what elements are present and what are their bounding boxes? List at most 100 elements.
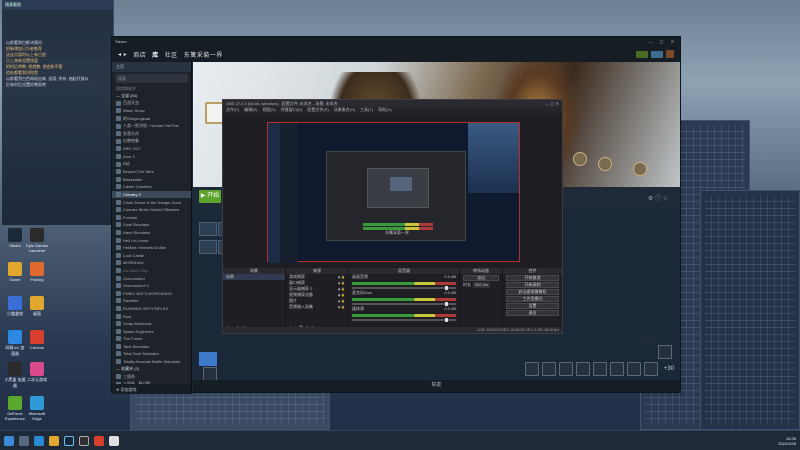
nav-community[interactable]: 社区 — [165, 50, 178, 59]
library-game-item[interactable]: Rust — [112, 312, 191, 320]
control-button[interactable]: 开始录制 — [506, 282, 559, 288]
control-button[interactable]: 设置 — [506, 303, 559, 309]
activity-card[interactable] — [199, 240, 217, 254]
xhh-desktop-icon[interactable]: 小黑盒 加速器 — [4, 362, 26, 389]
activity-card[interactable] — [199, 222, 217, 236]
scene-item[interactable]: 场景 — [223, 274, 285, 280]
library-game-item[interactable]: Scrap Mechanic — [112, 320, 191, 328]
nav-profile[interactable]: 东篱采菊一界 — [184, 50, 223, 59]
steam-taskbar-icon[interactable] — [64, 435, 74, 446]
obs-window[interactable]: OBS 27.2.4 (64-bit, windows) - 配置文件: 未命名… — [222, 99, 563, 334]
obs-menu-item[interactable]: 视图(V) — [262, 107, 275, 113]
library-game-item[interactable]: 的Sheyongkuai — [112, 115, 191, 123]
app-desktop-icon[interactable]: 小盒盒攻 — [4, 296, 26, 317]
library-game-item[interactable]: Raceflict — [112, 297, 191, 305]
library-game-item[interactable]: 百战天虫 — [112, 100, 191, 108]
fishing-desktop-icon[interactable]: Fishing — [26, 262, 48, 282]
edge-taskbar-icon[interactable] — [34, 435, 44, 446]
library-game-item[interactable]: 幻兽帕鲁 — [112, 138, 191, 146]
play-button[interactable]: ▶ 开始 — [199, 190, 221, 203]
search-icon[interactable] — [19, 435, 29, 446]
library-home[interactable]: 主页 — [112, 62, 191, 72]
library-game-item[interactable]: Clone Drone in the Danger Zone — [112, 198, 191, 206]
library-game-item[interactable]: ARK OUT — [112, 145, 191, 153]
library-game-item[interactable]: Hell Let Loose — [112, 236, 191, 244]
library-filter[interactable]: 游戏和软件 — [112, 85, 191, 92]
volume-slider-knob[interactable] — [445, 302, 448, 306]
steam-menu[interactable]: Steam — [115, 39, 127, 44]
library-game-item[interactable]: 三国杀 — [112, 373, 191, 381]
friends-chat-bar[interactable]: 好友 — [193, 380, 680, 392]
volume-slider[interactable] — [352, 302, 456, 306]
collection-header[interactable]: — 收藏夹 (2) — [112, 365, 191, 373]
library-game-item[interactable]: 人类一败涂地 / Human Fall Flat — [112, 122, 191, 130]
obs-menu-item[interactable]: 场景集合(S) — [334, 107, 355, 113]
control-button[interactable]: 启动虚拟摄像机 — [506, 289, 559, 295]
duration-input[interactable]: 300 ms — [473, 282, 491, 288]
library-game-item[interactable]: Totally Accurate Battle Simulator — [112, 358, 191, 366]
obs-preview[interactable]: 东篱采菊一界 — [267, 122, 520, 263]
back-icon[interactable]: ◂ ▸ — [118, 51, 127, 58]
sticky-note-widget[interactable]: 随意截图 以前看到白影诗我问 把新增加已为老推荐 这这点暂时以上有已经 已上海有设置场… — [2, 0, 114, 225]
uu-desktop-icon[interactable]: 网易UU 加速器 — [4, 330, 26, 357]
library-game-item[interactable]: Beyond The Wire — [112, 168, 191, 176]
friends-button[interactable] — [651, 50, 663, 58]
app-taskbar-icon[interactable] — [109, 435, 119, 446]
visibility-icon[interactable]: ◉ 🔒 — [338, 304, 345, 310]
add-game-button[interactable]: ⊕ 添加游戏 — [112, 384, 191, 394]
friend-avatar[interactable] — [199, 352, 217, 366]
control-button[interactable]: 工作室模式 — [506, 296, 559, 302]
library-game-item[interactable]: Counter-Strike Global Offensive — [112, 206, 191, 214]
volume-slider-knob[interactable] — [445, 286, 448, 290]
library-game-item[interactable]: HellNet: Helmets At War — [112, 244, 191, 252]
nav-library[interactable]: 库 — [152, 50, 159, 59]
game-folder-icon[interactable]: Game — [4, 262, 26, 282]
library-game-item[interactable]: The Forest — [112, 335, 191, 343]
obs-menu-item[interactable]: 停靠窗口(D) — [281, 107, 303, 113]
folder-desktop-icon[interactable]: 桌面 — [26, 296, 48, 317]
notification-button[interactable] — [636, 50, 648, 58]
epic-desktop-icon[interactable]: Epic Games Launcher — [26, 228, 48, 253]
library-game-item[interactable]: Blacksalter — [112, 176, 191, 184]
library-game-item[interactable]: Hand Simulator — [112, 229, 191, 237]
chrome-desktop-icon[interactable]: Chrome — [26, 330, 48, 350]
acg-desktop-icon[interactable]: 二次元游戏 — [26, 362, 48, 383]
obs-menu-item[interactable]: 文件(F) — [226, 107, 239, 113]
library-game-item[interactable]: Ame 3 — [112, 153, 191, 161]
obs-menu-item[interactable]: 帮助(H) — [378, 107, 392, 113]
nvidia-desktop-icon[interactable]: GeForce Experience — [4, 396, 26, 421]
transition-select[interactable]: 淡出 — [463, 275, 499, 281]
edge-desktop-icon[interactable]: Microsoft Edge — [26, 396, 48, 421]
steam-desktop-icon[interactable]: Steam — [4, 228, 26, 248]
library-game-item[interactable]: Castle Crashers — [112, 183, 191, 191]
window-controls[interactable]: — ▢ ✕ — [546, 101, 559, 106]
collection-header[interactable]: — 全部 (84) — [112, 92, 191, 100]
chrome-taskbar-icon[interactable] — [94, 435, 104, 446]
library-game-item[interactable]: Goat Simulator — [112, 221, 191, 229]
volume-slider-knob[interactable] — [445, 318, 448, 322]
nav-store[interactable]: 商店 — [133, 50, 146, 59]
library-game-item[interactable]: Space Engineers — [112, 327, 191, 335]
more-achievements[interactable]: +30 — [661, 362, 674, 376]
library-search-input[interactable]: 搜索 — [115, 74, 188, 83]
start-icon[interactable] — [4, 435, 14, 446]
library-game-item[interactable]: RUNNING WITH RIFLES — [112, 305, 191, 313]
library-game-item[interactable]: PUBG: BATTLEGROUNDS — [112, 289, 191, 297]
obs-menu-item[interactable]: 编辑(E) — [244, 107, 257, 113]
explorer-taskbar-icon[interactable] — [49, 435, 59, 446]
library-game-item[interactable]: Overcooked — [112, 274, 191, 282]
obs-taskbar-icon[interactable] — [79, 435, 89, 446]
volume-slider[interactable] — [352, 286, 456, 290]
library-game-item[interactable]: MORDHAU — [112, 259, 191, 267]
library-game-item[interactable]: B站 — [112, 160, 191, 168]
window-controls[interactable]: — ▢ ✕ — [649, 39, 677, 44]
library-game-item[interactable]: 失落方舟 — [112, 130, 191, 138]
obs-menu-item[interactable]: 工具(T) — [360, 107, 373, 113]
library-game-item[interactable]: Lock Castle — [112, 251, 191, 259]
library-game-item[interactable]: Overcooked! 2 — [112, 282, 191, 290]
control-button[interactable]: 开始推流 — [506, 275, 559, 281]
library-game-item[interactable]: Warm Snow — [112, 107, 191, 115]
obs-menu-item[interactable]: 配置文件(P) — [307, 107, 328, 113]
source-item[interactable]: 音频输入采集 ◉ 🔒 — [286, 304, 348, 310]
library-game-item[interactable]: Total Tank Simulator — [112, 350, 191, 358]
